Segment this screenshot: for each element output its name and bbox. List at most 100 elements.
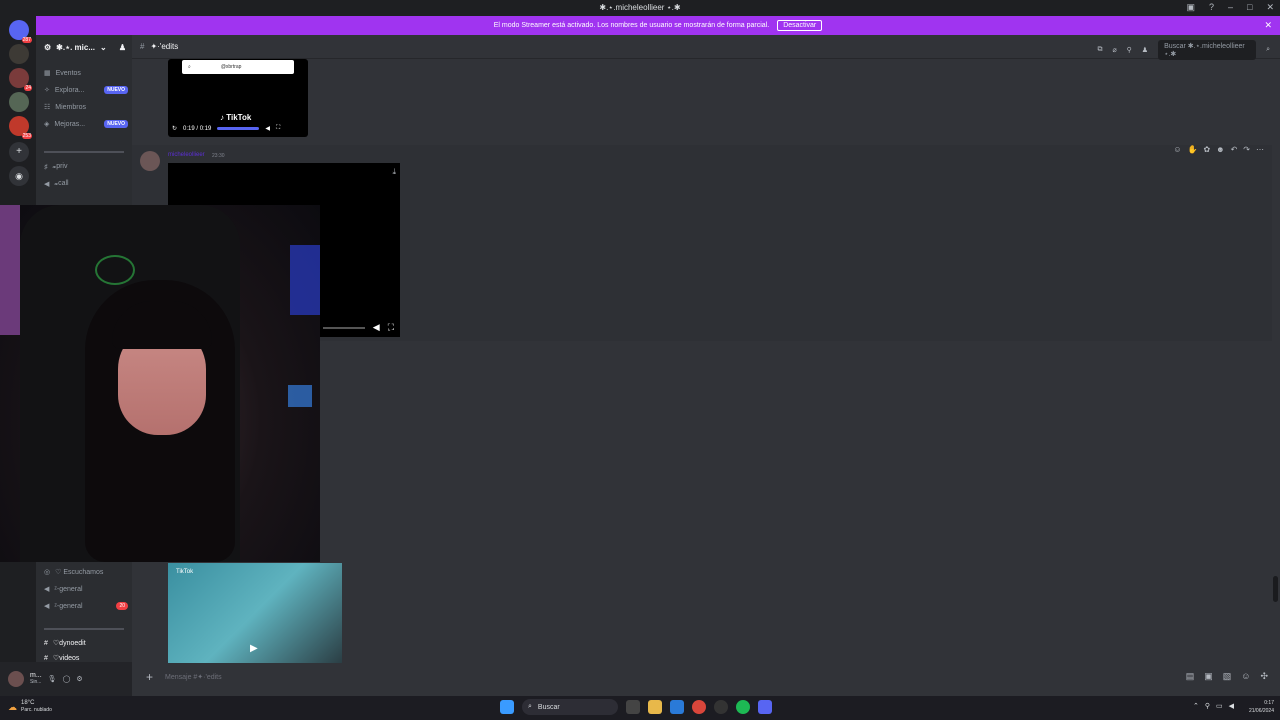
headphones-icon[interactable]: ◯ (63, 675, 71, 683)
scrollbar[interactable] (1273, 576, 1278, 602)
webcam-overlay (0, 205, 320, 562)
minimize-button[interactable]: – (1228, 2, 1233, 13)
close-icon[interactable]: ✕ (1264, 20, 1272, 31)
emoji-icon[interactable]: ☺ (1241, 671, 1250, 682)
sidebar-item-videos[interactable]: # ♡videos (44, 654, 128, 663)
spotify-icon[interactable] (736, 700, 750, 714)
volume-icon[interactable]: ◀ (265, 125, 270, 132)
threads-icon[interactable]: ⧉ (1097, 46, 1102, 54)
chevron-up-icon[interactable]: ⌃ (1193, 702, 1199, 710)
forward-icon[interactable]: ↷ (1243, 145, 1250, 154)
message-timestamp: 23:30 (212, 153, 225, 159)
new-badge: NUEVO (104, 86, 128, 94)
sidebar-item-boosts[interactable]: ◈ Mejoras... NUEVO (44, 120, 128, 128)
boost-icon: ◈ (44, 121, 50, 128)
discord-icon[interactable] (758, 700, 772, 714)
system-clock[interactable]: 0:17 21/06/2024 (1249, 699, 1274, 715)
video-controls: ◀ ⛶ (322, 322, 394, 333)
close-window-button[interactable]: ✕ (1266, 2, 1274, 13)
user-count-badge: 20 (116, 602, 128, 610)
message-input[interactable]: Mensaje #✦·'edits (165, 673, 222, 681)
file-explorer-icon[interactable] (648, 700, 662, 714)
reaction-icon[interactable]: ✋ (1188, 145, 1198, 154)
category-divider (44, 628, 124, 630)
reaction-icon[interactable]: ☺ (1173, 145, 1181, 154)
add-server-icon[interactable]: + (9, 142, 29, 162)
chrome-icon[interactable] (692, 700, 706, 714)
member-list-icon[interactable]: ♟ (1142, 46, 1148, 54)
streamer-mode-banner: El modo Streamer está activado. Los nomb… (36, 16, 1280, 35)
sidebar-item-voice[interactable]: ◀ ᶻ-general (44, 585, 128, 594)
microphone-icon[interactable]: 🎙 (48, 675, 57, 683)
network-icon[interactable]: ▭ (1216, 702, 1223, 710)
discover-icon[interactable]: ◉ (9, 166, 29, 186)
server-icon-active[interactable]: 253 (9, 116, 32, 139)
chair-logo (95, 255, 135, 285)
composer-tools: ▤ ▣ ▧ ☺ ✣ (1186, 671, 1268, 682)
reply-icon[interactable]: ↶ (1231, 145, 1238, 154)
compass-icon: ✧ (44, 87, 50, 94)
server-icon[interactable] (9, 44, 29, 64)
neon-light (288, 385, 312, 407)
fullscreen-icon[interactable]: ⛶ (276, 125, 280, 132)
more-icon[interactable]: ⋯ (1256, 145, 1264, 154)
volume-icon[interactable]: ◀ (1229, 702, 1234, 710)
reaction-icon[interactable]: ✿ (1203, 145, 1210, 154)
mute-icon[interactable]: ⌀ (1112, 46, 1116, 54)
inbox-icon[interactable]: ▣ (1186, 2, 1195, 13)
pin-icon[interactable]: ⚲ (1127, 46, 1132, 54)
server-icon[interactable] (9, 92, 29, 112)
title-bar: ✱.⋆.micheleollieer ⋆.✱ ▣ ? – □ ✕ (0, 0, 1280, 16)
server-icon[interactable]: 24 (9, 68, 32, 91)
sidebar-item-voice[interactable]: ◀ ᶻ-general 20 (44, 602, 128, 610)
search-input[interactable]: Buscar ✱.⋆.micheleollieer ⋆.✱ (1158, 40, 1257, 60)
direct-messages-icon[interactable]: 287 (9, 20, 32, 43)
volume-icon[interactable]: ◀ (373, 322, 380, 333)
task-view-icon[interactable] (626, 700, 640, 714)
add-reaction-icon[interactable]: ☻ (1216, 145, 1224, 154)
sidebar-item-dynoedit[interactable]: # ♡dynoedit (44, 639, 128, 648)
search-icon[interactable]: ⌕ (1266, 46, 1270, 54)
weather-widget[interactable]: ☁ 18°C Parc. nublado (8, 700, 52, 714)
sidebar-item-call[interactable]: ◀ 𝔁call (44, 180, 128, 188)
add-member-icon[interactable]: ♟ (119, 43, 126, 52)
sidebar-item-explore[interactable]: ✧ Explora... NUEVO (44, 86, 128, 94)
help-icon[interactable]: ? (1209, 2, 1214, 13)
video-thumbnail[interactable]: TikTok ▶ (168, 563, 342, 663)
sidebar-item-escuchamos[interactable]: ◎ ♡ Escuchamos (44, 568, 128, 576)
mail-icon[interactable] (670, 700, 684, 714)
gif-icon[interactable]: ▣ (1204, 671, 1213, 682)
server-name-header[interactable]: ⚙ ✱.⋆. mic... ⌄ ♟ (36, 39, 132, 55)
sticker-icon[interactable]: ▧ (1223, 671, 1232, 682)
apps-icon[interactable]: ✣ (1260, 671, 1268, 682)
tiktok-embed[interactable]: ⌕ @xbrtrap ♪ TikTok ↻ 0:19 / 0:19 ◀ ⛶ (168, 59, 308, 137)
replay-icon[interactable]: ↻ (172, 125, 177, 132)
maximize-button[interactable]: □ (1247, 2, 1252, 13)
members-icon: ☷ (44, 104, 51, 111)
sidebar-item-channel[interactable]: ♯ 𝔁priv (44, 163, 128, 171)
fullscreen-icon[interactable]: ⛶ (388, 322, 394, 333)
avatar[interactable] (140, 151, 160, 171)
download-icon[interactable]: ⤓ (392, 167, 396, 177)
message-author[interactable]: micheleollieer (168, 152, 205, 158)
sidebar-item-members[interactable]: ☷ Miembros (44, 103, 128, 112)
progress-bar[interactable] (217, 127, 260, 130)
gift-icon[interactable]: ▤ (1186, 671, 1195, 682)
banner-text: El modo Streamer está activado. Los nomb… (493, 22, 770, 29)
taskbar-search[interactable]: ⌕ Buscar (522, 699, 618, 715)
sidebar-item-events[interactable]: ▦ Eventos (44, 69, 128, 78)
play-icon[interactable]: ▶ (250, 643, 258, 654)
add-attachment-icon[interactable]: + (146, 670, 153, 684)
gear-icon: ⚙ (44, 42, 52, 52)
obs-icon[interactable] (714, 700, 728, 714)
windows-start-icon[interactable] (500, 700, 514, 714)
message-actions: ☺ ✋ ✿ ☻ ↶ ↷ ⋯ (1173, 145, 1264, 154)
microphone-icon[interactable]: ⚲ (1205, 702, 1210, 710)
disable-streamer-button[interactable]: Desactivar (777, 20, 823, 31)
settings-gear-icon[interactable]: ⚙ (76, 675, 82, 683)
avatar[interactable] (8, 671, 24, 687)
user-info: m... Sin... (30, 672, 42, 685)
progress-bar[interactable] (322, 326, 365, 329)
hash-icon: # (140, 42, 145, 51)
stage-icon: ◎ (44, 569, 51, 576)
